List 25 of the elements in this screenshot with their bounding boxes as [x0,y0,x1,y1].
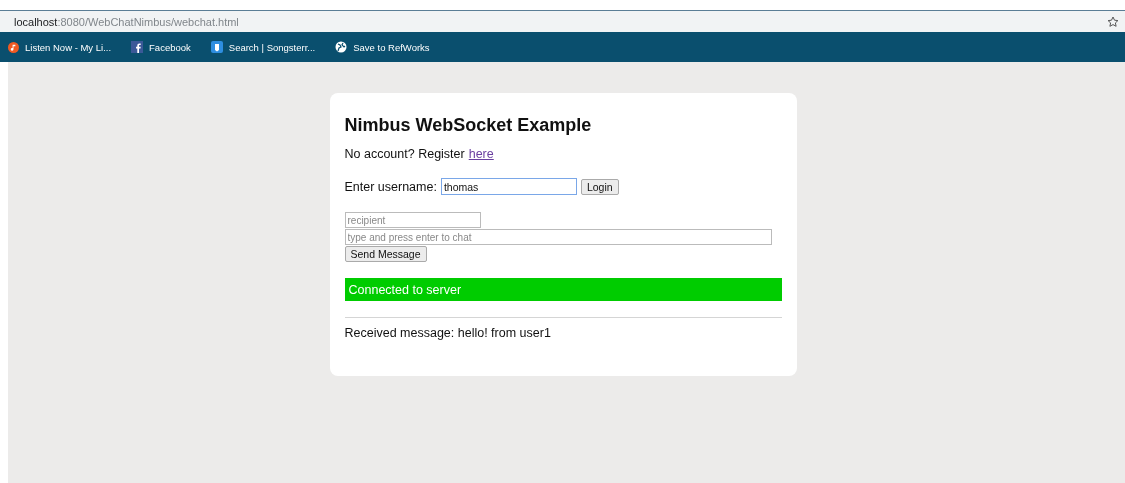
bookmark-label: Save to RefWorks [353,41,430,53]
bookmark[interactable]: Save to RefWorks [335,41,430,53]
url-host: localhost [14,15,58,28]
send-message-button[interactable]: Send Message [344,246,427,262]
music-note-icon [8,41,19,53]
bookmark[interactable]: Facebook [131,41,191,53]
recipient-field[interactable]: recipient [344,212,481,228]
page-title: Nimbus WebSocket Example [344,115,593,136]
facebook-icon [131,41,144,53]
star-icon[interactable] [1107,15,1119,28]
status-banner: Connected to server [344,278,782,301]
bookmark[interactable]: Listen Now - My Li... [8,41,112,53]
register-link[interactable]: here [468,147,494,161]
url-path: :8080/WebChatNimbus/webchat.html [57,15,239,28]
username-label: Enter username: [344,179,437,194]
login-button[interactable]: Login [580,178,619,195]
received-message: Received message: hello! from user1 [344,326,552,340]
bookmark-label: Search | Songsterr... [228,41,316,53]
username-field[interactable]: thomas [440,178,577,195]
address-bar[interactable]: localhost:8080/WebChatNimbus/webchat.html [0,11,1125,32]
message-field[interactable]: type and press enter to chat [344,229,772,245]
bookmark[interactable]: Search | Songsterr... [210,41,316,53]
bookmark-label: Facebook [149,41,191,53]
register-text: No account? Register [344,147,465,161]
bookmark-label: Listen Now - My Li... [25,41,112,53]
